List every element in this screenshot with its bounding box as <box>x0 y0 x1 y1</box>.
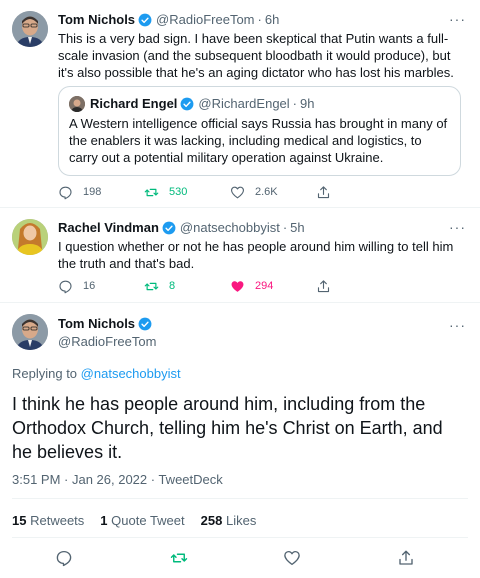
avatar[interactable] <box>12 219 48 255</box>
divider <box>0 302 480 303</box>
reply-count: 16 <box>83 280 96 292</box>
like-count: 294 <box>255 280 274 292</box>
tweet-header: Tom Nichols @RadioFreeTom · 6h <box>58 11 466 28</box>
author-name[interactable]: Tom Nichols <box>58 11 135 28</box>
retweet-icon <box>144 282 159 290</box>
verified-badge-icon <box>138 13 152 26</box>
divider <box>12 537 468 538</box>
share-icon <box>317 279 330 292</box>
tweet-timestamp[interactable]: 3:51 PM · Jan 26, 2022 · TweetDeck <box>12 472 223 487</box>
quotes-number: 1 <box>100 513 108 528</box>
tweet-time[interactable]: 5h <box>290 219 304 236</box>
quoted-tweet-time: 9h <box>300 96 315 111</box>
tweet-header: Rachel Vindman @natsechobbyist · 5h <box>58 219 466 236</box>
reply-count: 198 <box>83 186 102 198</box>
tweet-rachel-vindman[interactable]: Rachel Vindman @natsechobbyist · 5h I qu… <box>0 208 480 305</box>
tweet-stats: 15 Retweets 1 Quote Tweet 258 Likes <box>12 513 272 528</box>
tweet-actions: 198 530 2.6K <box>58 183 418 201</box>
share-button[interactable] <box>316 279 341 294</box>
author-handle[interactable]: @natsechobbyist <box>180 219 280 236</box>
share-icon <box>317 185 330 198</box>
more-options-icon[interactable]: ··· <box>449 318 466 332</box>
retweets-number: 15 <box>12 513 27 528</box>
heart-icon[interactable] <box>283 549 301 567</box>
main-tweet-text: I think he has people around him, includ… <box>12 394 443 462</box>
quoted-tweet[interactable]: Richard Engel @RichardEngel · 9h A Weste… <box>58 86 461 176</box>
quoted-tweet-header: Richard Engel @RichardEngel · 9h <box>69 95 450 112</box>
verified-badge-icon <box>162 221 176 234</box>
avatar[interactable] <box>12 11 48 47</box>
retweet-icon <box>144 188 159 196</box>
separator-dot: · <box>257 12 262 27</box>
tweet-text: I question whether or not he has people … <box>58 239 454 271</box>
likes-stat[interactable]: 258 Likes <box>201 513 257 528</box>
reply-button[interactable]: 16 <box>58 279 144 294</box>
tweet-actions: 16 8 294 <box>58 277 418 295</box>
quoted-tweet-text: A Western intelligence official says Rus… <box>69 116 448 165</box>
share-icon[interactable] <box>397 549 415 567</box>
replying-to-link[interactable]: @natsechobbyist <box>81 366 181 381</box>
replying-prefix: Replying to <box>12 366 78 381</box>
verified-badge-icon <box>138 317 152 330</box>
heart-icon <box>231 280 244 292</box>
likes-number: 258 <box>200 513 223 528</box>
quoted-avatar <box>69 95 85 112</box>
author-name[interactable]: Rachel Vindman <box>58 219 159 236</box>
like-count: 2.6K <box>255 186 278 198</box>
author-handle[interactable]: @RadioFreeTom <box>58 334 156 349</box>
more-options-icon[interactable]: ··· <box>449 12 466 26</box>
quoted-author-name: Richard Engel <box>90 96 178 111</box>
tweet-tom-nichols-1[interactable]: Tom Nichols @RadioFreeTom · 6h This is a… <box>0 0 480 205</box>
retweet-count: 530 <box>169 186 188 198</box>
more-options-icon[interactable]: ··· <box>449 220 466 234</box>
main-author[interactable]: Tom Nichols @RadioFreeTom <box>58 316 156 349</box>
verified-badge-icon <box>181 97 194 110</box>
reply-icon <box>59 186 72 199</box>
author-handle[interactable]: @RadioFreeTom <box>156 11 254 28</box>
replying-to: Replying to @natsechobbyist <box>12 366 181 381</box>
main-tweet-actions <box>0 549 480 569</box>
author-name[interactable]: Tom Nichols <box>58 316 135 331</box>
quoted-author-handle: @RichardEngel <box>198 96 290 111</box>
tweet-time[interactable]: 6h <box>265 11 279 28</box>
retweet-button[interactable]: 8 <box>144 279 230 294</box>
quotes-stat[interactable]: 1 Quote Tweet <box>100 513 184 528</box>
quotes-label: Quote Tweet <box>111 513 185 528</box>
retweet-icon[interactable] <box>170 549 188 567</box>
share-button[interactable] <box>316 185 341 200</box>
retweets-label: Retweets <box>30 513 85 528</box>
like-button[interactable]: 2.6K <box>230 185 316 200</box>
retweets-stat[interactable]: 15 Retweets <box>12 513 84 528</box>
avatar[interactable] <box>12 314 48 350</box>
reply-button[interactable]: 198 <box>58 185 144 200</box>
like-button[interactable]: 294 <box>230 279 316 294</box>
retweet-button[interactable]: 530 <box>144 185 230 200</box>
heart-icon <box>231 186 244 198</box>
separator-dot: · <box>282 220 288 235</box>
separator-dot: · <box>292 96 298 111</box>
likes-label: Likes <box>225 513 257 528</box>
reply-icon <box>59 280 72 293</box>
tweet-text: This is a very bad sign. I have been ske… <box>58 31 454 80</box>
retweet-count: 8 <box>169 280 176 292</box>
reply-icon[interactable] <box>55 549 73 567</box>
divider <box>12 498 468 499</box>
